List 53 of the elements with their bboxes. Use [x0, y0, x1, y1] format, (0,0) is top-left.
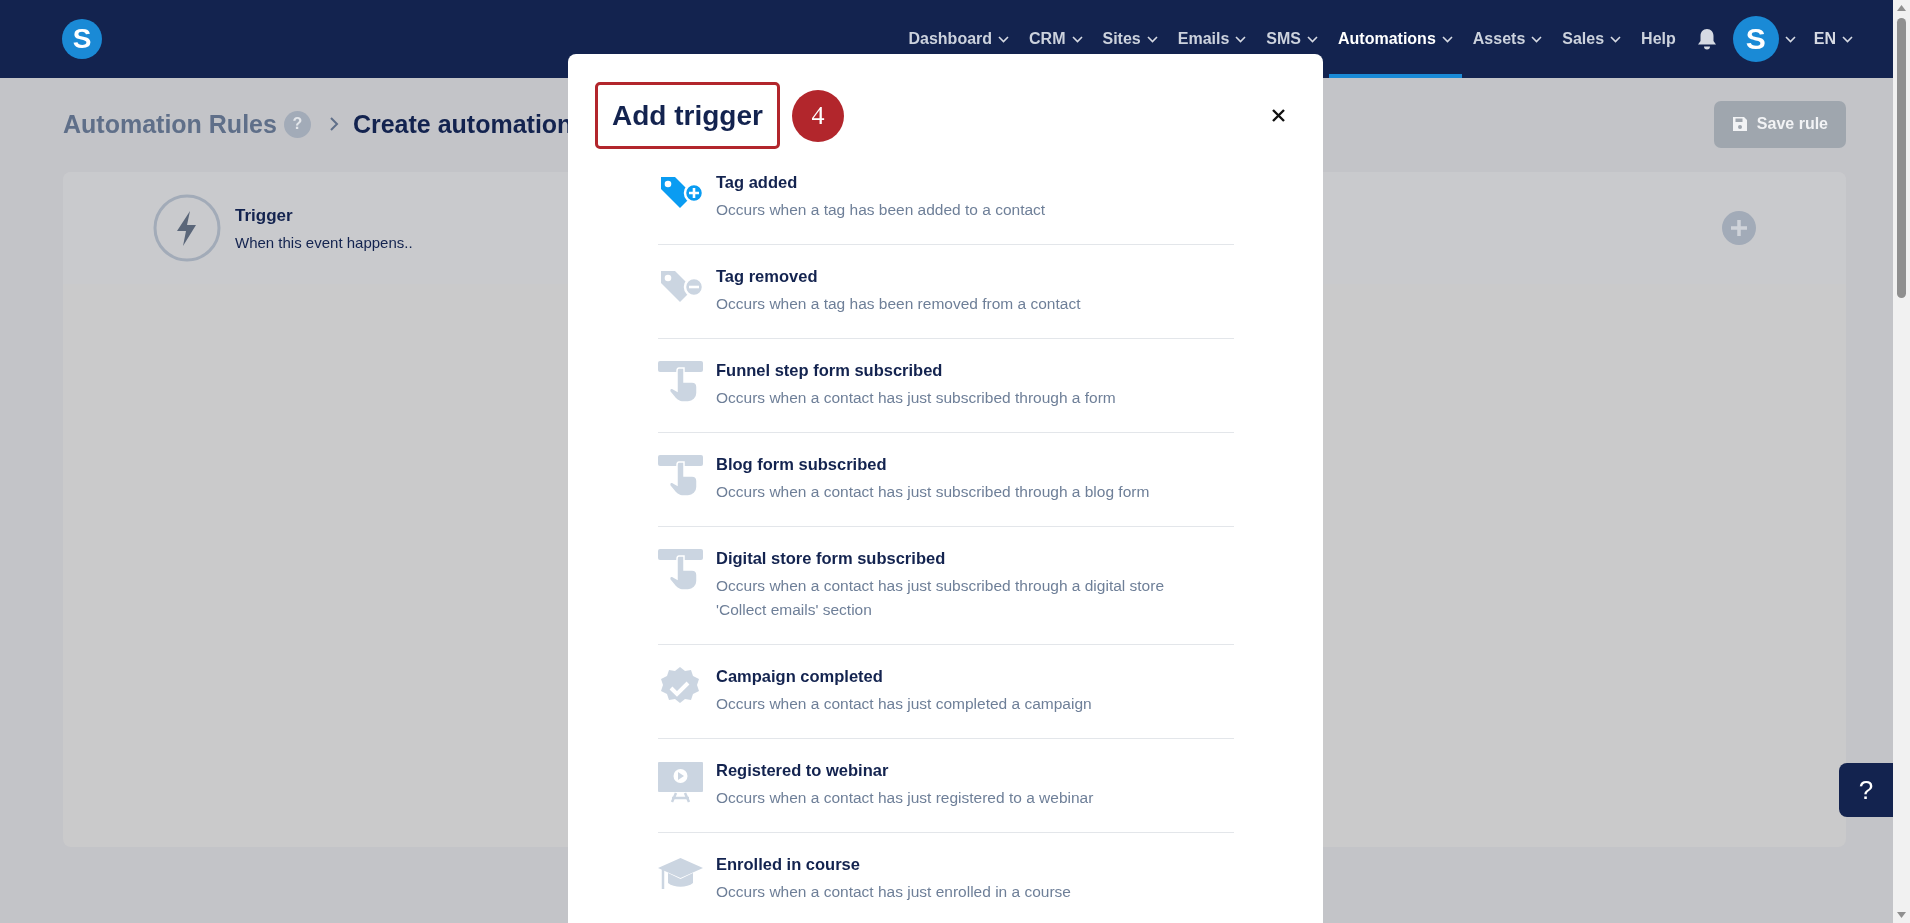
- nav-item[interactable]: Sites: [1093, 0, 1167, 78]
- option-title: Digital store form subscribed: [716, 548, 947, 569]
- option-title: Registered to webinar: [716, 760, 890, 781]
- step-badge: 4: [791, 89, 844, 142]
- option-title: Campaign completed: [716, 666, 884, 687]
- option-title: Tag added: [716, 172, 799, 193]
- nav-item[interactable]: Sales: [1553, 0, 1631, 78]
- trigger-title: Trigger: [235, 205, 294, 226]
- avatar[interactable]: S: [1732, 16, 1779, 62]
- option-description: Occurs when a contact has just registered to a webinar: [716, 788, 1094, 808]
- trigger-option[interactable]: Tag removed Occurs when a tag has been removed from a contact: [658, 245, 1234, 339]
- trigger-option[interactable]: Registered to webinar Occurs when a contact has just registered to a webinar: [658, 739, 1234, 833]
- option-description: Occurs when a contact has just completed a campaign: [716, 694, 1092, 714]
- bell-icon[interactable]: [1696, 28, 1717, 50]
- option-description: Occurs when a contact has just subscribed through a form: [716, 388, 1116, 408]
- add-icon[interactable]: [1722, 211, 1756, 245]
- option-title: Blog form subscribed: [716, 454, 888, 475]
- trigger-option[interactable]: Tag added Occurs when a tag has been added to a contact: [658, 151, 1234, 245]
- caret-icon: [1784, 35, 1796, 43]
- option-title: Funnel step form subscribed: [716, 360, 944, 381]
- option-description: Occurs when a tag has been added to a contact: [716, 200, 1046, 220]
- scroll-up-icon[interactable]: [1896, 4, 1907, 12]
- nav-item[interactable]: Automations: [1329, 0, 1462, 78]
- chevron-right-icon: [328, 116, 339, 132]
- scroll-thumb[interactable]: [1897, 18, 1906, 298]
- nav-item[interactable]: Help: [1632, 0, 1685, 78]
- option-title: Tag removed: [716, 266, 819, 287]
- trigger-option[interactable]: Enrolled in course Occurs when a contact has just enrolled in a course: [658, 833, 1234, 923]
- page-title: Create automation: [352, 109, 573, 139]
- trigger-option[interactable]: Blog form subscribed Occurs when a contact has just subscribed through a blog form: [658, 433, 1234, 527]
- option-description: Occurs when a contact has just subscribed through a blog form: [716, 482, 1150, 502]
- nav-item[interactable]: CRM: [1020, 0, 1092, 78]
- scrollbar[interactable]: [1893, 0, 1910, 923]
- nav-item[interactable]: Assets: [1463, 0, 1552, 78]
- trigger-subtitle: When this event happens..: [235, 233, 413, 251]
- nav-item[interactable]: Dashboard: [899, 0, 1019, 78]
- option-description: Occurs when a tag has been removed from a contact: [716, 294, 1081, 314]
- option-description: Occurs when a contact has just subscribed through a digital store 'Collect emails' section: [716, 576, 1166, 620]
- trigger-option[interactable]: Funnel step form subscribed Occurs when a contact has just subscribed through a form: [658, 339, 1234, 433]
- option-description: Occurs when a contact has just enrolled in a course: [716, 882, 1071, 902]
- nav-item[interactable]: Emails: [1168, 0, 1256, 78]
- dialog-title: Add trigger: [595, 82, 780, 149]
- trigger-option[interactable]: Digital store form subscribed Occurs when a contact has just subscribed through a digital store 'Collect emails' section: [658, 527, 1234, 645]
- nav-item[interactable]: SMS: [1257, 0, 1327, 78]
- language-selector[interactable]: EN: [1813, 30, 1853, 48]
- option-title: Enrolled in course: [716, 854, 861, 875]
- logo[interactable]: S: [62, 19, 102, 59]
- help-button[interactable]: ?: [1839, 763, 1893, 817]
- trigger-option[interactable]: Campaign completed Occurs when a contact has just completed a campaign: [658, 645, 1234, 739]
- lightning-icon: [153, 194, 221, 262]
- scroll-down-icon[interactable]: [1896, 911, 1907, 919]
- caret-icon: [1842, 35, 1853, 43]
- close-icon: [1272, 109, 1285, 122]
